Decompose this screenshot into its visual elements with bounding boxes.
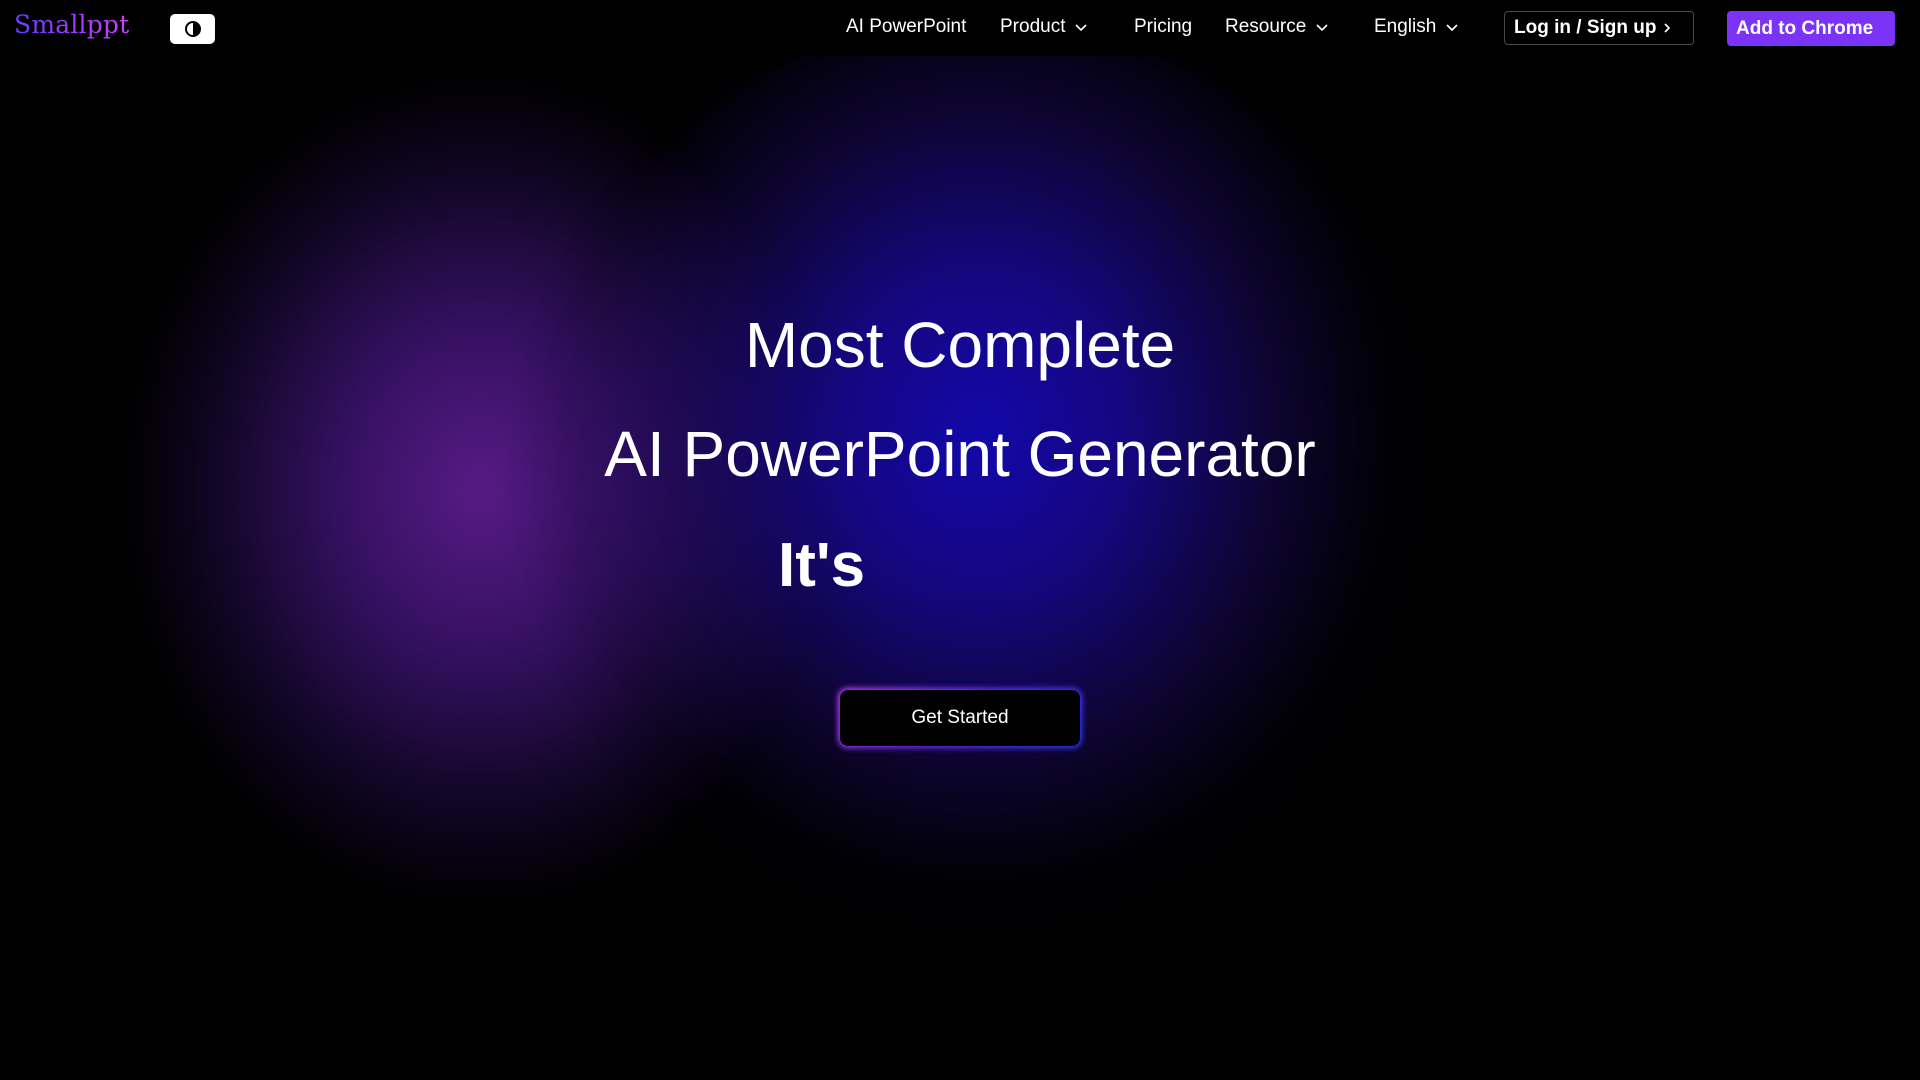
hero-title-line-2: AI PowerPoint Generator <box>604 418 1316 490</box>
chevron-right-icon <box>1664 23 1671 33</box>
contrast-icon <box>184 21 201 37</box>
login-signup-button[interactable]: Log in / Sign up <box>1504 11 1694 45</box>
nav-link-ai-powerpoint[interactable]: AI PowerPoint <box>846 16 966 38</box>
login-signup-label: Log in / Sign up <box>1514 17 1657 38</box>
chevron-down-icon <box>1446 24 1458 32</box>
chevron-down-icon <box>1316 24 1328 32</box>
nav-link-product[interactable]: Product <box>1000 16 1089 38</box>
nav-link-label: Product <box>1000 16 1066 37</box>
language-label: English <box>1374 16 1437 37</box>
chevron-down-icon <box>1075 24 1088 32</box>
get-started-button[interactable]: Get Started <box>840 690 1080 746</box>
add-to-chrome-label: Add to Chrome <box>1736 17 1874 39</box>
language-selector[interactable]: English <box>1374 16 1460 38</box>
nav-link-resource[interactable]: Resource <box>1225 16 1330 38</box>
smallppt-logo[interactable]: Smallppt <box>14 10 129 39</box>
get-started-label: Get Started <box>911 707 1009 728</box>
get-started-container: Get Started <box>838 688 1082 748</box>
hero-typing-text: It's <box>778 531 866 600</box>
top-navbar: Smallppt AI PowerPoint Product Pricing R… <box>0 0 1920 56</box>
nav-link-label: Resource <box>1225 16 1307 37</box>
add-to-chrome-button[interactable]: Add to Chrome <box>1727 11 1895 46</box>
page: Smallppt AI PowerPoint Product Pricing R… <box>0 0 1920 1080</box>
hero-title-line-1: Most Complete <box>744 309 1176 381</box>
nav-link-label: AI PowerPoint <box>846 16 967 37</box>
nav-link-pricing[interactable]: Pricing <box>1134 16 1192 38</box>
nav-link-label: Pricing <box>1134 16 1193 37</box>
theme-toggle-button[interactable] <box>170 14 215 44</box>
